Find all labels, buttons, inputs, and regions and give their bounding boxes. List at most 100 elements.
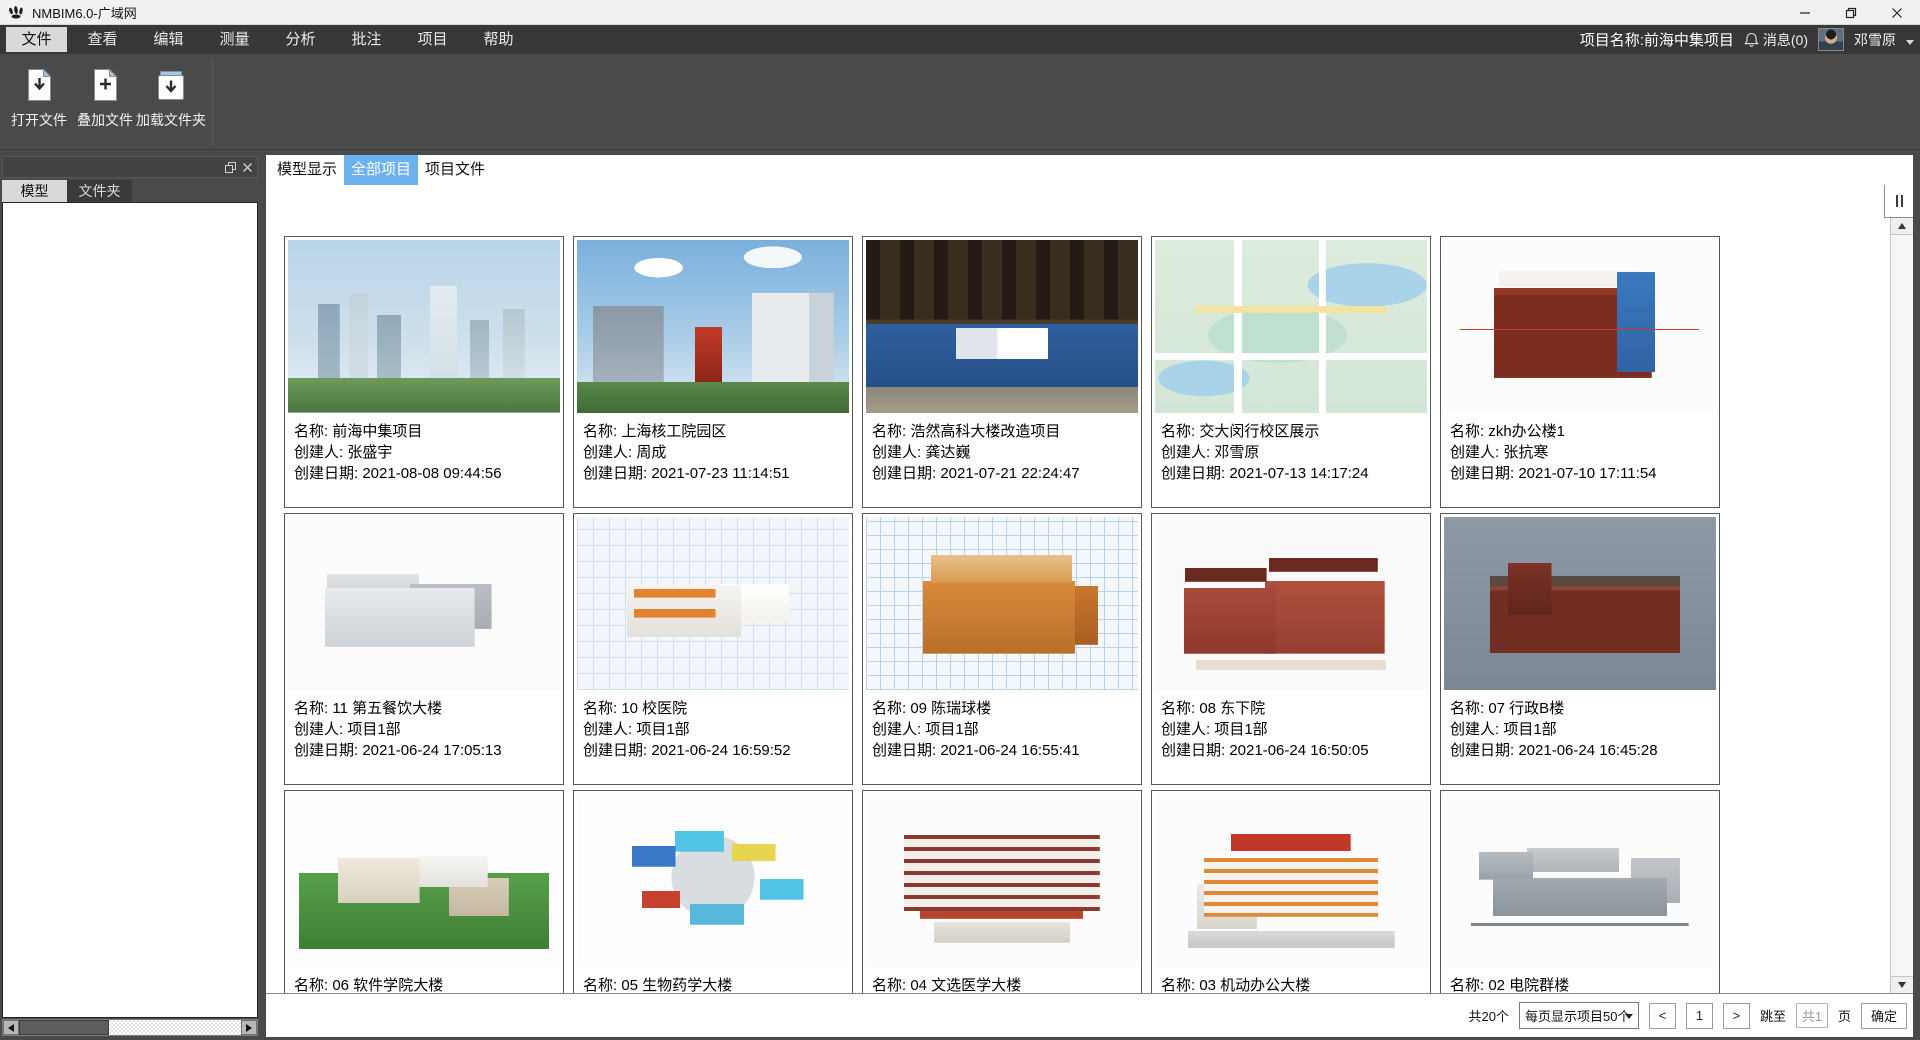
project-card[interactable]: 名称: 11 第五餐饮大楼创建人: 项目1部创建日期: 2021-06-24 1… [284,513,564,785]
campus-map-view-thumbnail [1155,240,1427,413]
project-card[interactable]: 名称: 07 行政B楼创建人: 项目1部创建日期: 2021-06-24 16:… [1440,513,1720,785]
main-tab-1[interactable]: 模型显示 [270,155,344,185]
toolbar-button-1[interactable]: 打开文件 [6,64,72,130]
project-card[interactable]: 名称: 04 文选医学大楼 [862,790,1142,993]
user-name[interactable]: 邓雪原 [1854,30,1896,50]
project-card[interactable]: 名称: 02 电院群楼 [1440,790,1720,993]
bim-model-white-orange-thumbnail [1155,794,1427,967]
project-meta: 名称: 09 陈瑞球楼创建人: 项目1部创建日期: 2021-06-24 16:… [866,690,1138,761]
menu-item-5[interactable]: 分析 [270,27,331,52]
scroll-right-button[interactable] [241,1020,257,1035]
main-tab-2[interactable]: 全部项目 [344,155,418,185]
toolbar-button-3[interactable]: 加载文件夹 [138,64,204,130]
project-name: 名称: 10 校医院 [583,698,845,719]
dock-tab-1[interactable]: 模型 [2,180,67,203]
project-card[interactable]: 名称: 10 校医院创建人: 项目1部创建日期: 2021-06-24 16:5… [573,513,853,785]
project-card[interactable]: 名称: 浩然高科大楼改造项目创建人: 龚达巍创建日期: 2021-07-21 2… [862,236,1142,508]
project-creator: 创建人: 项目1部 [294,719,556,740]
toolbar-separator [212,58,213,145]
bim-model-green-site-thumbnail [288,794,560,967]
project-date: 创建日期: 2021-07-13 14:17:24 [1161,463,1423,484]
close-button[interactable] [1874,0,1920,25]
project-creator: 创建人: 项目1部 [583,719,845,740]
page-size-select[interactable]: 每页显示项目50个 [1519,1002,1639,1029]
jump-page-input[interactable] [1796,1003,1828,1028]
menu-item-7[interactable]: 项目 [402,27,463,52]
project-card[interactable]: 名称: zkh办公楼1创建人: 张抗寒创建日期: 2021-07-10 17:1… [1440,236,1720,508]
confirm-button[interactable]: 确定 [1861,1003,1907,1029]
scroll-up-button[interactable] [1891,218,1913,235]
user-menu-caret-icon[interactable] [1906,40,1914,45]
project-date: 创建日期: 2021-06-24 16:50:05 [1161,740,1423,761]
project-name: 名称: 上海核工院园区 [583,421,845,442]
menu-item-6[interactable]: 批注 [336,27,397,52]
project-date: 创建日期: 2021-06-24 17:05:13 [294,740,556,761]
campus-photo-thumbnail [577,240,849,413]
project-card[interactable]: 名称: 08 东下院创建人: 项目1部创建日期: 2021-06-24 16:5… [1151,513,1431,785]
vertical-scrollbar[interactable] [1890,218,1913,993]
dock-tab-2[interactable]: 文件夹 [67,180,132,203]
project-creator: 创建人: 项目1部 [1161,719,1423,740]
messages-button[interactable]: 消息(0) [1744,30,1808,50]
project-meta: 名称: 交大闵行校区展示创建人: 邓雪原创建日期: 2021-07-13 14:… [1155,413,1427,484]
total-count-label: 共20个 [1469,1006,1509,1025]
model-tree-area[interactable] [2,202,258,1018]
main-tab-3[interactable]: 项目文件 [418,155,492,185]
menu-item-8[interactable]: 帮助 [468,27,529,52]
project-card[interactable]: 名称: 06 软件学院大楼 [284,790,564,993]
minimize-button[interactable] [1782,0,1828,25]
next-page-button[interactable]: > [1723,1003,1750,1029]
project-grid: 名称: 前海中集项目创建人: 张盛宇创建日期: 2021-08-08 09:44… [266,185,1913,993]
close-panel-icon[interactable] [242,160,253,178]
collapse-panel-button[interactable] [1884,185,1913,218]
menu-item-2[interactable]: 查看 [72,27,133,52]
pagination-bar: 共20个 每页显示项目50个 < 1 > 跳至 页 确定 [266,993,1913,1037]
project-list-area: 名称: 前海中集项目创建人: 张盛宇创建日期: 2021-08-08 09:44… [266,185,1913,993]
toolbar-button-label: 打开文件 [11,110,67,130]
project-creator: 创建人: 项目1部 [1450,719,1712,740]
current-page-button[interactable]: 1 [1686,1003,1713,1029]
project-name: 名称: 前海中集项目 [294,421,556,442]
menu-items: 文件查看编辑测量分析批注项目帮助 [6,27,534,52]
bim-model-hospital-thumbnail [577,517,849,690]
menu-bar: 文件查看编辑测量分析批注项目帮助 项目名称:前海中集项目 消息(0) 邓雪原 [0,25,1920,54]
menu-item-4[interactable]: 测量 [204,27,265,52]
menu-item-3[interactable]: 编辑 [138,27,199,52]
bim-model-gray-canteen-thumbnail [288,517,560,690]
project-meta: 名称: 前海中集项目创建人: 张盛宇创建日期: 2021-08-08 09:44… [288,413,560,484]
prev-page-button[interactable]: < [1649,1003,1676,1029]
toolbar-button-label: 叠加文件 [77,110,133,130]
project-meta: 名称: 10 校医院创建人: 项目1部创建日期: 2021-06-24 16:5… [577,690,849,761]
project-date: 创建日期: 2021-07-21 22:24:47 [872,463,1134,484]
project-date: 创建日期: 2021-08-08 09:44:56 [294,463,556,484]
dock-tabs: 模型文件夹 [2,180,266,203]
restore-button[interactable] [1828,0,1874,25]
user-avatar[interactable] [1818,28,1844,51]
project-card[interactable]: 名称: 09 陈瑞球楼创建人: 项目1部创建日期: 2021-06-24 16:… [862,513,1142,785]
project-meta: 名称: 06 软件学院大楼 [288,967,560,993]
project-card[interactable]: 名称: 03 机动办公大楼 [1151,790,1431,993]
project-name: 名称: 交大闵行校区展示 [1161,421,1423,442]
float-panel-icon[interactable] [225,160,236,178]
scroll-down-button[interactable] [1891,976,1913,993]
project-meta: 名称: 11 第五餐饮大楼创建人: 项目1部创建日期: 2021-06-24 1… [288,690,560,761]
scroll-left-button[interactable] [3,1020,19,1035]
toolbar-button-2[interactable]: 叠加文件 [72,64,138,130]
bim-model-curved-building-thumbnail [866,794,1138,967]
page-unit-label: 页 [1838,1006,1851,1025]
bell-icon [1744,32,1759,48]
toolbar-button-label: 加载文件夹 [136,110,206,130]
scroll-track[interactable] [19,1020,241,1035]
menu-item-1[interactable]: 文件 [6,27,67,52]
project-card[interactable]: 名称: 上海核工院园区创建人: 周成创建日期: 2021-07-23 11:14… [573,236,853,508]
project-card[interactable]: 名称: 前海中集项目创建人: 张盛宇创建日期: 2021-08-08 09:44… [284,236,564,508]
project-card[interactable]: 名称: 05 生物药学大楼 [573,790,853,993]
project-card[interactable]: 名称: 交大闵行校区展示创建人: 邓雪原创建日期: 2021-07-13 14:… [1151,236,1431,508]
scroll-thumb[interactable] [19,1020,109,1035]
title-bar: NMBIM6.0-广域网 [0,0,1920,25]
project-name: 名称: 11 第五餐饮大楼 [294,698,556,719]
file-toolbar: 打开文件叠加文件加载文件夹 [0,54,1920,150]
project-name: 名称: 04 文选医学大楼 [872,975,1134,993]
project-creator: 创建人: 张盛宇 [294,442,556,463]
project-meta: 名称: 03 机动办公大楼 [1155,967,1427,993]
